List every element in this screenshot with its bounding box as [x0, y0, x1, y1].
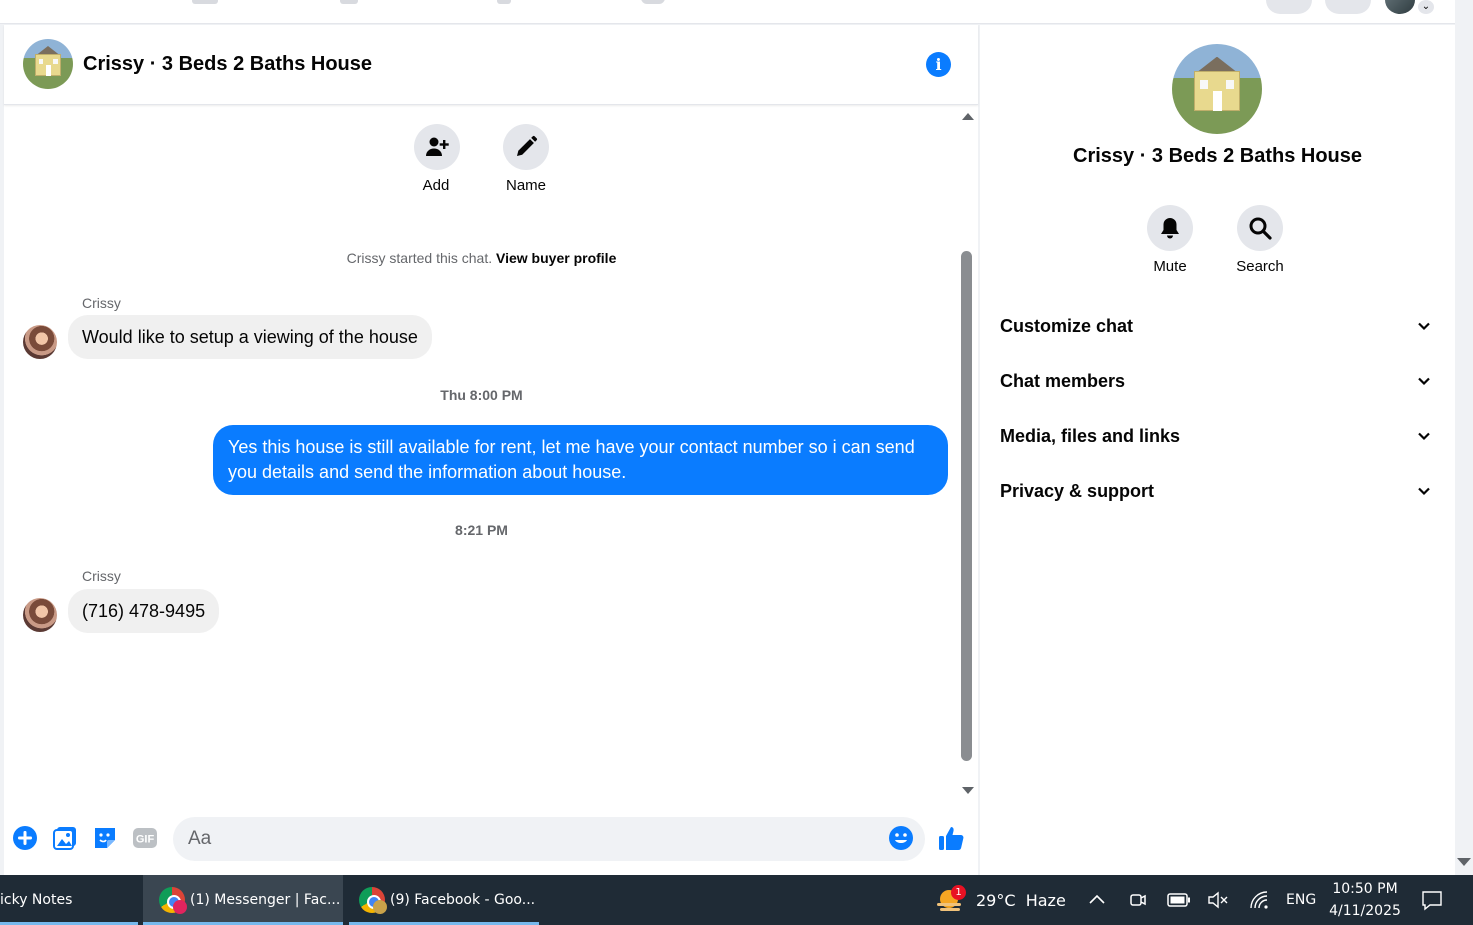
- incoming-message[interactable]: Would like to setup a viewing of the hou…: [68, 315, 432, 359]
- view-buyer-profile-link[interactable]: View buyer profile: [496, 250, 616, 266]
- chevron-down-icon: [1418, 377, 1430, 386]
- notifications-button[interactable]: [1325, 0, 1371, 14]
- media-files-links-section[interactable]: Media, files and links: [1000, 416, 1440, 456]
- profile-badge-icon: [373, 900, 387, 914]
- chevron-down-icon: [1418, 432, 1430, 441]
- weather-badge: 1: [951, 885, 966, 900]
- plus-icon[interactable]: [12, 825, 38, 851]
- message-timestamp: 8:21 PM: [455, 522, 508, 538]
- chevron-down-icon: [1418, 487, 1430, 496]
- like-thumbs-up-icon[interactable]: [937, 824, 965, 852]
- section-label: Media, files and links: [1000, 426, 1181, 446]
- chat-header: Crissy · 3 Beds 2 Baths House i: [4, 25, 978, 105]
- side-chat-title: Crissy · 3 Beds 2 Baths House: [1073, 145, 1362, 167]
- taskbar-label: icky Notes: [0, 892, 73, 908]
- svg-text:GIF: GIF: [136, 834, 155, 846]
- input-language[interactable]: ENG: [1286, 892, 1316, 908]
- nav-icon[interactable]: [641, 0, 665, 4]
- nav-icon[interactable]: [340, 0, 358, 4]
- chat-title[interactable]: Crissy · 3 Beds 2 Baths House: [83, 53, 372, 76]
- action-center-icon[interactable]: [1421, 889, 1443, 911]
- search-label: Search: [1236, 258, 1284, 275]
- clock-date[interactable]: 4/11/2025: [1322, 903, 1408, 919]
- scroll-thumb[interactable]: [961, 251, 972, 761]
- account-avatar[interactable]: [1385, 0, 1415, 14]
- battery-icon[interactable]: [1167, 891, 1191, 909]
- weather-text[interactable]: 29°C Haze: [976, 891, 1066, 910]
- message-input[interactable]: [173, 817, 925, 861]
- gif-icon[interactable]: GIF: [132, 825, 158, 851]
- nav-icon[interactable]: [497, 0, 511, 4]
- mute-label: Mute: [1153, 258, 1187, 275]
- name-label: Name: [505, 177, 546, 194]
- emoji-icon[interactable]: [888, 825, 914, 851]
- chevron-down-icon: [1418, 322, 1430, 331]
- chat-start-notice: Crissy started this chat. View buyer pro…: [4, 250, 959, 266]
- page-scroll-down-arrow[interactable]: [1457, 858, 1471, 866]
- sender-name: Crissy: [82, 295, 121, 311]
- sender-name: Crissy: [82, 568, 121, 584]
- menu-button[interactable]: [1266, 0, 1312, 14]
- system-text: Crissy started this chat.: [346, 250, 493, 266]
- chat-info-panel: Crissy · 3 Beds 2 Baths House Mute Searc…: [980, 25, 1455, 875]
- chevron-up-icon[interactable]: [1088, 892, 1106, 906]
- volume-muted-icon[interactable]: [1207, 890, 1229, 910]
- taskbar-sticky-notes[interactable]: icky Notes: [0, 875, 138, 925]
- screen: ⌄ Crissy · 3 Beds 2 Baths House i Add Na…: [0, 0, 1473, 925]
- outgoing-message[interactable]: Yes this house is still available for re…: [213, 425, 948, 495]
- chat-members-section[interactable]: Chat members: [1000, 361, 1440, 401]
- chevron-down-icon[interactable]: ⌄: [1418, 0, 1434, 14]
- search-icon: [1249, 217, 1272, 240]
- top-nav-bar: ⌄: [0, 0, 1455, 24]
- message-scrollbar[interactable]: [959, 107, 975, 799]
- chat-avatar[interactable]: [23, 39, 73, 89]
- add-people-button[interactable]: [414, 124, 460, 170]
- profile-badge-icon: [173, 900, 187, 914]
- scroll-down-arrow[interactable]: [962, 787, 974, 794]
- section-label: Customize chat: [1000, 316, 1134, 336]
- nav-icon[interactable]: [192, 0, 218, 4]
- mute-button[interactable]: [1147, 205, 1193, 251]
- edit-name-button[interactable]: [503, 124, 549, 170]
- privacy-support-section[interactable]: Privacy & support: [1000, 471, 1440, 511]
- section-label: Chat members: [1000, 371, 1126, 391]
- chat-panel: Crissy · 3 Beds 2 Baths House i Add Name…: [4, 25, 978, 875]
- sender-avatar[interactable]: [23, 325, 57, 359]
- section-label: Privacy & support: [1000, 481, 1155, 501]
- meet-now-icon[interactable]: [1128, 890, 1148, 910]
- sender-avatar[interactable]: [23, 598, 57, 632]
- message-timestamp: Thu 8:00 PM: [440, 387, 523, 403]
- info-icon[interactable]: i: [926, 52, 951, 77]
- add-label: Add: [422, 177, 450, 194]
- scroll-up-arrow[interactable]: [962, 113, 974, 120]
- taskbar-facebook[interactable]: (9) Facebook - Goo...: [349, 875, 539, 925]
- message-composer: GIF: [4, 815, 978, 865]
- taskbar-messenger[interactable]: (1) Messenger | Fac...: [143, 875, 343, 925]
- windows-taskbar: icky Notes (1) Messenger | Fac... (9) Fa…: [0, 875, 1473, 925]
- taskbar-label: (1) Messenger | Fac...: [190, 892, 341, 908]
- taskbar-label: (9) Facebook - Goo...: [390, 892, 536, 908]
- add-person-icon: [426, 137, 449, 156]
- clock-time[interactable]: 10:50 PM: [1322, 881, 1408, 897]
- pencil-icon: [517, 135, 538, 156]
- chat-profile-picture[interactable]: [1172, 44, 1262, 134]
- incoming-message[interactable]: (716) 478-9495: [68, 589, 220, 633]
- sticker-icon[interactable]: [92, 825, 118, 851]
- bell-icon: [1161, 218, 1179, 239]
- wifi-icon[interactable]: [1248, 889, 1270, 911]
- search-button[interactable]: [1237, 205, 1283, 251]
- gallery-icon[interactable]: [52, 825, 78, 851]
- customize-chat-section[interactable]: Customize chat: [1000, 306, 1440, 346]
